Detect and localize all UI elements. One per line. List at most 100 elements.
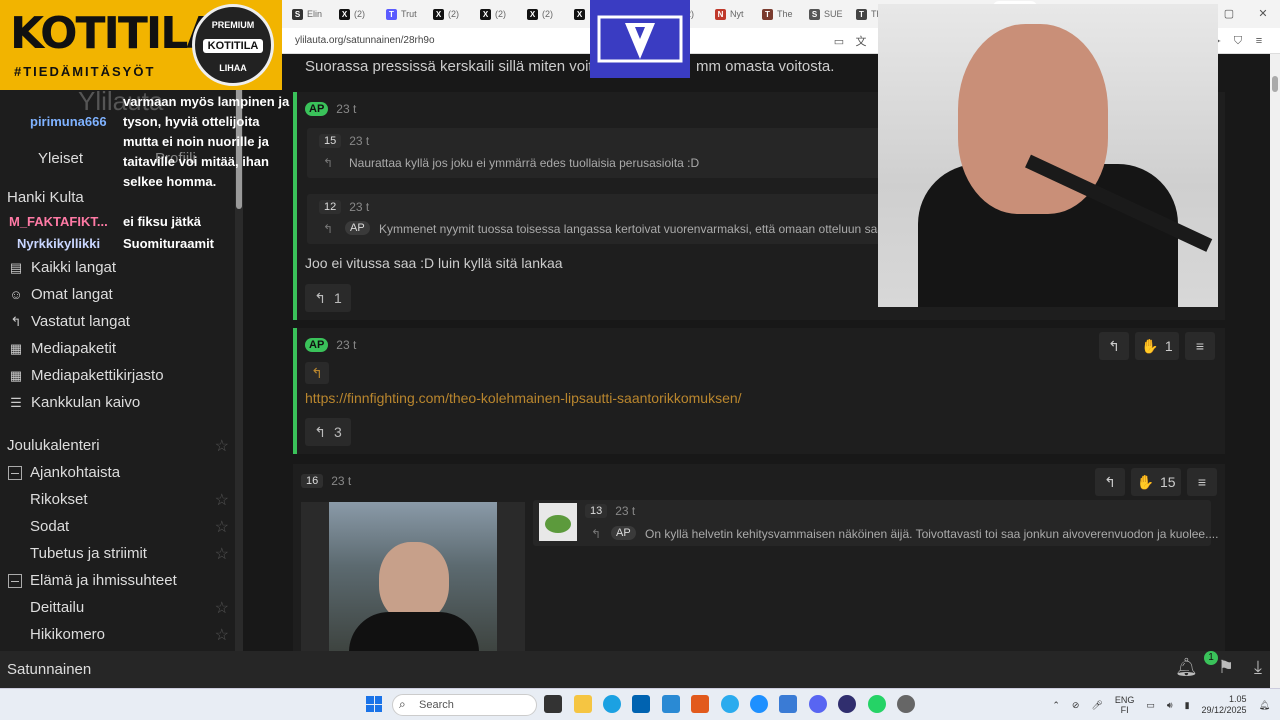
reply-number[interactable]: 12 xyxy=(319,200,342,214)
reply-thumbnail[interactable] xyxy=(539,503,577,541)
reply-arrow-icon: ↰ xyxy=(591,527,602,541)
tray-chevron-icon[interactable]: ⌃ xyxy=(1052,700,1060,711)
sidebar-item[interactable]: ▤ Kaikki langat xyxy=(0,254,235,281)
post-image-frame[interactable] xyxy=(301,502,525,651)
sidebar-item[interactable]: ☺ Omat langat xyxy=(0,281,235,308)
download-icon[interactable]: ⤓ xyxy=(1254,657,1262,678)
telegram-icon[interactable] xyxy=(721,695,739,713)
file-explorer-icon[interactable] xyxy=(574,695,592,713)
sidebar-group-header[interactable]: Ajankohtaista xyxy=(0,459,235,486)
replies-button[interactable]: ↰ 3 xyxy=(305,418,351,446)
app-icon[interactable] xyxy=(750,695,768,713)
page-scroll-thumb[interactable] xyxy=(1272,76,1278,92)
reply-arrow-icon[interactable]: ↰ xyxy=(305,362,329,384)
top-post-text: Suorassa pressissä kerskaili sillä miten… xyxy=(305,58,601,75)
sidebar-item[interactable]: ▦ Mediapakettikirjasto xyxy=(0,362,235,389)
close-window-button[interactable]: ✕ xyxy=(1246,0,1280,28)
search-icon: ⌕ xyxy=(399,697,406,711)
whatsapp-icon[interactable] xyxy=(868,695,886,713)
star-icon[interactable]: ☆ xyxy=(215,625,229,645)
reply-number[interactable]: 15 xyxy=(319,134,342,148)
sidebar-item[interactable]: Sodat ☆ xyxy=(0,513,235,540)
task-view-icon[interactable] xyxy=(544,695,562,713)
bottom-icons: 🔔︎ ⚑ ⤓ xyxy=(1175,657,1262,678)
store-icon[interactable] xyxy=(632,695,650,713)
board-name[interactable]: Satunnainen xyxy=(7,661,91,678)
edge-icon[interactable] xyxy=(603,695,621,713)
clock[interactable]: 1.05 29/12/2025 xyxy=(1202,694,1247,716)
reply-time: 23 t xyxy=(349,134,370,148)
bell-icon[interactable]: 🔔︎ xyxy=(1175,657,1198,678)
post-actions: ↰ ✋ 15 ≡ xyxy=(1095,468,1217,496)
sidebar-item[interactable]: Deittailu ☆ xyxy=(0,594,235,621)
monitor-icon[interactable]: ▭ xyxy=(1146,700,1155,711)
brave-icon[interactable] xyxy=(691,695,709,713)
browser-tab[interactable]: X (2) xyxy=(335,1,382,27)
replies-button[interactable]: ↰ 1 xyxy=(305,284,351,312)
obs-icon[interactable] xyxy=(838,695,856,713)
network-off-icon[interactable]: ⊘ xyxy=(1072,700,1080,711)
battery-icon[interactable]: ▮ xyxy=(1185,700,1190,711)
windows-start-icon[interactable] xyxy=(366,696,382,712)
chat-username: Nyrkkikyllikki xyxy=(17,236,101,251)
reader-icon[interactable]: ▭ xyxy=(832,35,846,48)
tab-title: Elin xyxy=(307,9,323,19)
star-icon[interactable]: ☆ xyxy=(215,517,229,537)
star-icon[interactable]: ☆ xyxy=(215,436,229,456)
sidebar-item[interactable]: Rikokset ☆ xyxy=(0,486,235,513)
reply-button[interactable]: ↰ xyxy=(1099,332,1129,360)
post-menu-button[interactable]: ≡ xyxy=(1185,332,1215,360)
chat-message: Suomituraamit xyxy=(123,236,215,251)
browser-tab[interactable]: S SUE xyxy=(805,1,852,27)
page-scrollbar[interactable] xyxy=(1270,54,1280,688)
sidebar-group-header[interactable]: Elämä ja ihmissuhteet xyxy=(0,567,235,594)
mic-icon[interactable]: 🎤︎ xyxy=(1091,700,1102,711)
url-field[interactable]: ylilauta.org/satunnainen/28rh9o xyxy=(295,28,435,54)
bookmark-icon[interactable]: ⚑ xyxy=(1218,657,1234,678)
sidebar-item[interactable]: Tubetus ja striimit ☆ xyxy=(0,540,235,567)
language-indicator[interactable]: ENG FI xyxy=(1115,695,1135,715)
menu-icon[interactable]: ≡ xyxy=(1252,35,1266,47)
browser-tab[interactable]: S Elin xyxy=(288,1,335,27)
vpn-icon[interactable]: ⛉ xyxy=(1231,35,1245,48)
collapse-icon[interactable] xyxy=(8,465,22,480)
browser-tab[interactable]: X (2) xyxy=(476,1,523,27)
post-number[interactable]: 16 xyxy=(301,474,324,488)
sidebar-item[interactable]: ☰ Kankkulan kaivo xyxy=(0,389,235,416)
reaction-button[interactable]: ✋ 15 xyxy=(1131,468,1181,496)
reply-icon: ↰ xyxy=(314,289,326,306)
post-image[interactable] xyxy=(329,502,497,651)
browser-tab[interactable]: T Trut xyxy=(382,1,429,27)
collapse-icon[interactable] xyxy=(8,573,22,588)
discord-icon[interactable] xyxy=(809,695,827,713)
post-menu-button[interactable]: ≡ xyxy=(1187,468,1217,496)
sidebar-item[interactable]: ↰ Vastatut langat xyxy=(0,308,235,335)
volume-icon[interactable]: 🔊︎ xyxy=(1167,700,1173,711)
browser-tab[interactable]: X (2) xyxy=(429,1,476,27)
notifications-icon[interactable]: 🔔︎ xyxy=(1259,700,1270,711)
star-icon[interactable]: ☆ xyxy=(215,490,229,510)
joulukalenteri-item[interactable]: Joulukalenteri ☆ xyxy=(0,432,235,459)
reply-time: 23 t xyxy=(615,504,636,518)
translate-icon[interactable]: 文 xyxy=(854,33,868,49)
reaction-button[interactable]: ✋ 1 xyxy=(1135,332,1179,360)
star-icon[interactable]: ☆ xyxy=(215,544,229,564)
quoted-reply[interactable]: 13 23 t ↰ AP On kyllä helvetin kehitysva… xyxy=(533,500,1218,546)
sidebar-item[interactable]: ▦ Mediapaketit xyxy=(0,335,235,362)
tab-title: The xyxy=(777,9,793,19)
browser-tab[interactable]: X (2) xyxy=(523,1,570,27)
hand-icon: ✋ xyxy=(1136,473,1154,490)
settings-icon[interactable] xyxy=(897,695,915,713)
sidebar-item[interactable]: Hikikomero ☆ xyxy=(0,621,235,648)
reply-button[interactable]: ↰ xyxy=(1095,468,1125,496)
notepad-icon[interactable] xyxy=(779,695,797,713)
app-icon[interactable] xyxy=(662,695,680,713)
post-time: 23 t xyxy=(331,474,352,488)
browser-tab[interactable]: N Nyt xyxy=(711,1,758,27)
star-icon[interactable]: ☆ xyxy=(215,598,229,618)
reply-number[interactable]: 13 xyxy=(585,504,608,518)
taskbar-search[interactable]: Search xyxy=(392,694,537,716)
post-link[interactable]: https://finnfighting.com/theo-kolehmaine… xyxy=(305,390,742,406)
tab-yleiset[interactable]: Yleiset xyxy=(38,150,83,167)
browser-tab[interactable]: T The xyxy=(758,1,805,27)
